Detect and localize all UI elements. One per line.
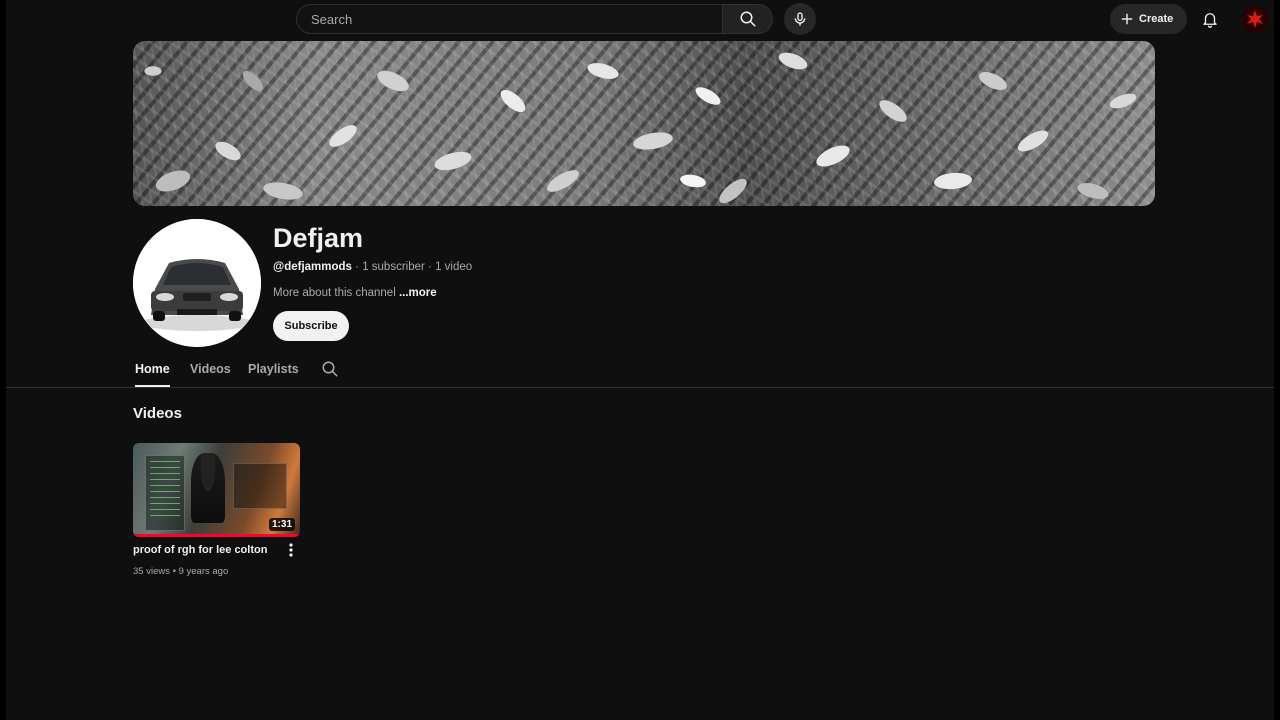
meta-dot: • bbox=[169, 566, 179, 577]
video-age: 9 years ago bbox=[178, 566, 229, 577]
search-icon bbox=[740, 11, 755, 27]
thumbnail-panel-graphic bbox=[233, 463, 287, 509]
channel-handle: @defjammods bbox=[273, 261, 352, 273]
channel-avatar[interactable] bbox=[133, 219, 261, 347]
bell-icon bbox=[1203, 13, 1217, 28]
tab-videos[interactable]: Videos bbox=[190, 358, 231, 387]
account-avatar[interactable] bbox=[1242, 6, 1268, 32]
video-title[interactable]: proof of rgh for lee colton bbox=[133, 544, 267, 556]
subscribe-button[interactable]: Subscribe bbox=[273, 311, 349, 341]
watch-progress-bar bbox=[133, 534, 300, 537]
account-avatar-image bbox=[1242, 6, 1268, 32]
video-options-button[interactable] bbox=[284, 541, 298, 559]
tab-search-button[interactable] bbox=[321, 360, 339, 383]
search-button[interactable] bbox=[722, 4, 773, 34]
search-box[interactable] bbox=[296, 4, 722, 34]
videos-section-title: Videos bbox=[133, 405, 182, 422]
video-meta: 35 views • 9 years ago bbox=[133, 566, 228, 577]
search-input[interactable] bbox=[309, 10, 722, 28]
tab-playlists[interactable]: Playlists bbox=[248, 358, 299, 387]
youtube-channel-page: Create bbox=[6, 0, 1274, 720]
tab-home[interactable]: Home bbox=[135, 358, 170, 387]
voice-search-button[interactable] bbox=[784, 3, 816, 35]
create-label: Create bbox=[1139, 13, 1174, 25]
channel-description[interactable]: More about this channel ...more bbox=[273, 287, 437, 299]
description-text: More about this channel bbox=[273, 287, 396, 299]
more-vert-icon bbox=[289, 543, 293, 557]
channel-name: Defjam bbox=[273, 223, 364, 253]
video-thumbnail[interactable]: 1:31 bbox=[133, 443, 300, 537]
notifications-button[interactable] bbox=[1197, 6, 1223, 32]
video-duration: 1:31 bbox=[268, 518, 295, 531]
meta-separator: · bbox=[424, 261, 436, 273]
meta-separator: · bbox=[351, 261, 363, 273]
tabs-divider bbox=[6, 387, 1274, 388]
mic-icon bbox=[794, 12, 806, 26]
more-link[interactable]: ...more bbox=[399, 287, 437, 299]
subscriber-count: 1 subscriber bbox=[362, 261, 425, 273]
banner-leaves-image bbox=[155, 52, 1137, 204]
video-views: 35 views bbox=[133, 566, 170, 577]
thumbnail-mod-menu-graphic bbox=[145, 455, 185, 531]
create-button[interactable]: Create bbox=[1110, 4, 1187, 34]
search-icon bbox=[322, 361, 338, 377]
thumbnail-soldier-graphic bbox=[191, 453, 225, 523]
channel-banner bbox=[133, 41, 1155, 206]
plus-icon bbox=[1121, 13, 1133, 25]
video-count: 1 video bbox=[435, 261, 473, 273]
channel-meta: @defjammods · 1 subscriber · 1 video bbox=[273, 261, 472, 273]
channel-avatar-car-image bbox=[133, 219, 261, 347]
